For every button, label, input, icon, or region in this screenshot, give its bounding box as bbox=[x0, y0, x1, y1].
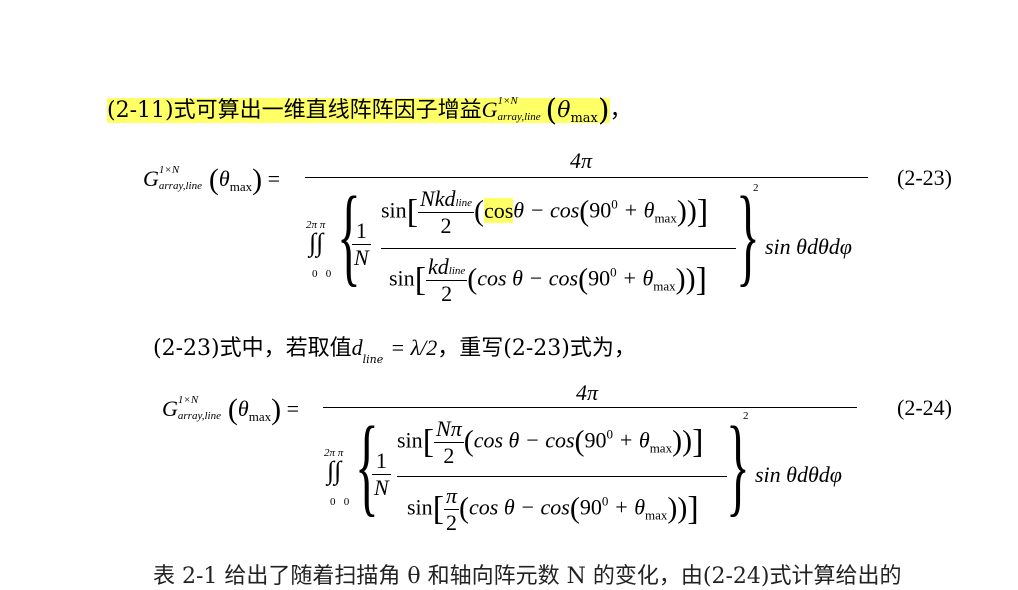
intro-tail: ， bbox=[609, 98, 632, 123]
intro-symbol: G 1×N array,line bbox=[481, 95, 541, 123]
bottom-line: 表 2-1 给出了随着扫描角 θ 和轴向阵元数 N 的变化，由(2-24)式计算… bbox=[153, 564, 902, 589]
eq2-fraction-bar bbox=[323, 407, 857, 409]
mid-line: (2-23)式中，若取值dline = λ/2，重写(2-23)式为， bbox=[153, 335, 636, 366]
eq1-integral-sign: ∫∫ bbox=[309, 228, 324, 257]
eq1-label: (2-23) bbox=[897, 165, 952, 190]
eq1-square: 2 bbox=[753, 182, 759, 194]
eq1-int-lower: 0 0 bbox=[312, 268, 332, 280]
eq2-inner-numerator: sin[Nπ 2 (cos θ − cos(900 + θmax))] bbox=[397, 416, 704, 468]
eq1-right-brace: } bbox=[736, 174, 760, 296]
eq1-fraction-bar bbox=[305, 177, 868, 179]
eq2-coef: 1N bbox=[372, 448, 391, 500]
eq2-lhs: G 1×N array,line (θmax) = bbox=[162, 393, 300, 426]
eq1-inner-numerator: sin[Nkdline 2 (cosθ − cos(900 + θmax))] bbox=[381, 186, 709, 238]
eq2-right-brace: } bbox=[726, 404, 750, 526]
eq2-inner-denominator: sin[π 2 (cos θ − cos(900 + θmax))] bbox=[407, 483, 699, 535]
eq2-square: 2 bbox=[743, 410, 749, 422]
eq2-inner-bar bbox=[397, 476, 727, 478]
eq1-inner-denominator: sin[kdline 2 (cos θ − cos(900 + θmax))] bbox=[389, 254, 707, 306]
eq2-int-lower: 0 0 bbox=[330, 496, 350, 508]
eq1-numerator: 4π bbox=[570, 148, 593, 173]
eq2-numerator: 4π bbox=[576, 380, 599, 405]
eq1-coef: 1N bbox=[352, 218, 371, 270]
eq1-inner-bar bbox=[381, 248, 736, 250]
intro-ref: (2-11) bbox=[107, 98, 174, 123]
eq2-integral-sign: ∫∫ bbox=[327, 456, 342, 485]
eq1-lhs: G 1×N array,line (θmax) = bbox=[143, 163, 281, 196]
intro-line: (2-11)式可算出一维直线阵阵因子增益G 1×N array,line (θmax)… bbox=[107, 92, 632, 128]
eq2-tail: sin θdθdφ bbox=[755, 462, 842, 487]
cos-highlight: cos bbox=[483, 197, 514, 223]
eq2-label: (2-24) bbox=[897, 395, 952, 420]
intro-text: 式可算出一维直线阵阵因子增益 bbox=[173, 98, 482, 123]
eq1-tail: sin θdθdφ bbox=[765, 234, 852, 259]
intro-highlight: (2-11)式可算出一维直线阵阵因子增益G 1×N array,line (θmax) bbox=[107, 93, 610, 128]
